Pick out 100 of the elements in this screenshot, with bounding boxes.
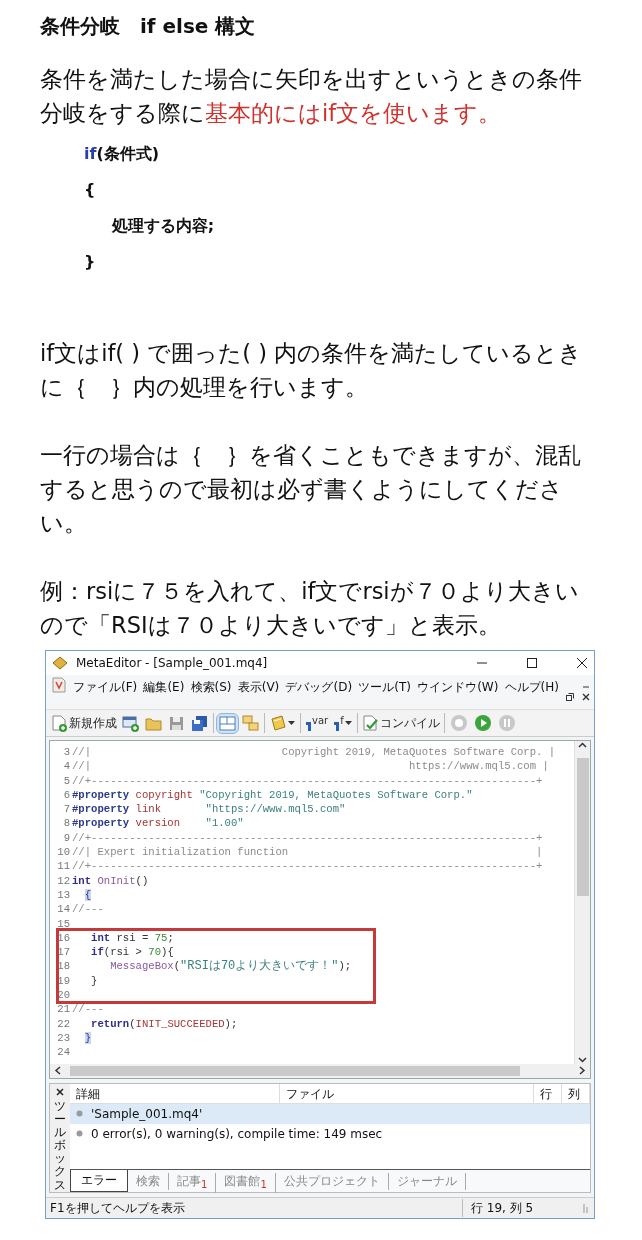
menu-item[interactable]: デバッグ(D)	[282, 677, 356, 697]
code-line: //| Copyright 2019, MetaQuotes Software Corp. |	[72, 745, 557, 760]
code-line: return(INIT_SUCCEEDED);	[90, 1016, 239, 1031]
chevron-down-icon[interactable]	[578, 1054, 587, 1064]
line-number: 12	[56, 873, 71, 888]
panel-tab[interactable]: 記事$_{1}$	[169, 1172, 217, 1194]
chevron-left-icon[interactable]	[54, 1066, 62, 1076]
column-header[interactable]: ファイル	[280, 1083, 534, 1103]
status-text: F1を押してヘルプを表示	[50, 1199, 186, 1217]
code-line: //+----------------------------------------------------------------------+	[72, 859, 544, 874]
column-header[interactable]: 列	[562, 1083, 590, 1103]
chevron-up-icon[interactable]	[578, 741, 587, 750]
menu-item[interactable]: ヘルプ(H)	[501, 677, 562, 697]
close-icon[interactable]	[582, 693, 590, 701]
diamond-icon	[52, 656, 68, 670]
code-line: int OnInit()	[72, 873, 150, 888]
caret-icon	[344, 720, 352, 726]
line-number: 14	[56, 902, 71, 917]
panel-tab[interactable]: 公共プロジェクト	[275, 1172, 389, 1190]
code-line: {	[84, 180, 96, 200]
floppy-disks-icon	[191, 714, 208, 732]
column-header[interactable]: 詳細	[70, 1083, 280, 1103]
document-plus-icon	[51, 714, 68, 732]
paragraph: 条件を満たした場合に矢印を出すというときの条件分岐をする際に基本的にはif文を使います。	[40, 65, 583, 128]
code-line: if(条件式)	[84, 144, 160, 164]
code-line: //| Expert initialization function |	[72, 845, 544, 860]
paragraph: 例：rsiに７５を入れて、if文でrsiが７０より大きいので「RSIは７０より大きいです」と表示。	[40, 577, 580, 640]
menu-item[interactable]: ウインドウ(W)	[414, 677, 502, 697]
line-number: 3	[62, 745, 71, 760]
column-header[interactable]: 行	[534, 1083, 562, 1103]
restore-icon[interactable]	[566, 693, 574, 701]
horizontal-scrollbar[interactable]	[50, 1063, 590, 1078]
menu-item[interactable]: ツール(T)	[355, 677, 414, 697]
line-number: 10	[56, 845, 71, 860]
code-line: //---	[72, 1002, 105, 1017]
line-number: 22	[56, 1016, 71, 1031]
paragraph: if文はif( ) で囲った( ) 内の条件を満たしているときに｛ ｝内の処理を行います。	[40, 339, 584, 402]
code-line: #property copyright "Copyright 2019, MetaQuotes Software Corp."	[72, 787, 474, 803]
panel-tab[interactable]: ジャーナル	[388, 1172, 466, 1190]
pause-icon	[497, 714, 516, 732]
line-number: 7	[62, 802, 71, 817]
line-number: 23	[56, 1030, 71, 1046]
menu-item[interactable]: 編集(E)	[140, 677, 188, 697]
maximize-icon[interactable]	[526, 657, 538, 669]
code-line: }	[90, 973, 99, 989]
resize-grip-icon[interactable]	[582, 1201, 590, 1214]
play-icon	[473, 714, 492, 732]
toolbar-button[interactable]: 新規作成	[49, 713, 119, 733]
window-plus-icon	[122, 714, 139, 732]
panel-title: ツールボックス	[54, 1099, 66, 1192]
line-number: 21	[56, 1002, 71, 1017]
stop-icon	[449, 714, 468, 732]
hook-icon	[306, 721, 311, 731]
dot-icon	[76, 1130, 83, 1138]
close-icon[interactable]	[56, 1087, 64, 1096]
panel-tab[interactable]: 図書館$_{1}$	[216, 1172, 276, 1194]
status-text: 行 19, 列 5	[462, 1198, 582, 1217]
line-number: 9	[62, 830, 71, 846]
document-check-icon	[361, 714, 379, 732]
table-cell-text: 'Sample_001.mq4'	[91, 1105, 203, 1123]
chevron-right-icon[interactable]	[578, 1066, 586, 1076]
line-number: 8	[62, 816, 71, 831]
code-line: int rsi = 75;	[90, 930, 175, 946]
line-number: 5	[62, 773, 71, 788]
toolbar-button[interactable]: コンパイル	[359, 713, 442, 733]
line-number: 4	[62, 759, 71, 774]
code-line: }	[84, 252, 96, 272]
code-line: //+----------------------------------------------------------------------+	[72, 773, 544, 788]
hook-icon	[334, 721, 340, 731]
toolbar-button[interactable]	[216, 712, 239, 734]
window-title: MetaEditor - [Sample_001.mq4]	[76, 655, 269, 672]
article-heading: 条件分岐 if else 構文	[40, 14, 257, 38]
paragraph: 一行の場合は｛ ｝を省くこともできますが、混乱すると思うので最初は必ず書くようにしてください。	[40, 441, 582, 538]
dot-icon	[76, 1110, 83, 1118]
toolbar-button[interactable]: f	[331, 713, 355, 733]
line-number: 13	[56, 887, 71, 903]
code-line: //| https://www.mql5.com |	[72, 759, 550, 774]
table-cell-text: 0 error(s), 0 warning(s), compile time: 149 msec	[91, 1125, 383, 1143]
line-number: 24	[56, 1045, 71, 1060]
windows-icon	[242, 714, 259, 732]
code-line: MessageBox("RSIは70より大きいです！");	[109, 959, 353, 974]
code-line: 処理する内容;	[110, 216, 215, 236]
line-number: 6	[62, 787, 71, 803]
menu-item[interactable]: 表示(V)	[234, 677, 283, 697]
menu-item[interactable]: ファイル(F)	[70, 677, 141, 697]
code-line: //---	[72, 902, 105, 917]
close-icon[interactable]	[576, 657, 588, 669]
note-icon	[270, 714, 287, 732]
code-line: #property version "1.00"	[72, 816, 245, 831]
line-number: 15	[56, 916, 71, 931]
panel-tab[interactable]: エラー	[70, 1169, 128, 1192]
vertical-scrollbar[interactable]	[574, 741, 590, 1064]
panes-icon	[219, 714, 236, 732]
toolbar-button[interactable]: var	[303, 713, 332, 733]
caret-icon	[288, 720, 295, 726]
document-icon	[52, 677, 66, 693]
code-line: //+----------------------------------------------------------------------+	[72, 830, 544, 846]
code-line: if(rsi > 70){	[90, 945, 175, 960]
panel-tab[interactable]: 検索	[128, 1172, 169, 1190]
menu-item[interactable]: 検索(S)	[187, 677, 235, 697]
